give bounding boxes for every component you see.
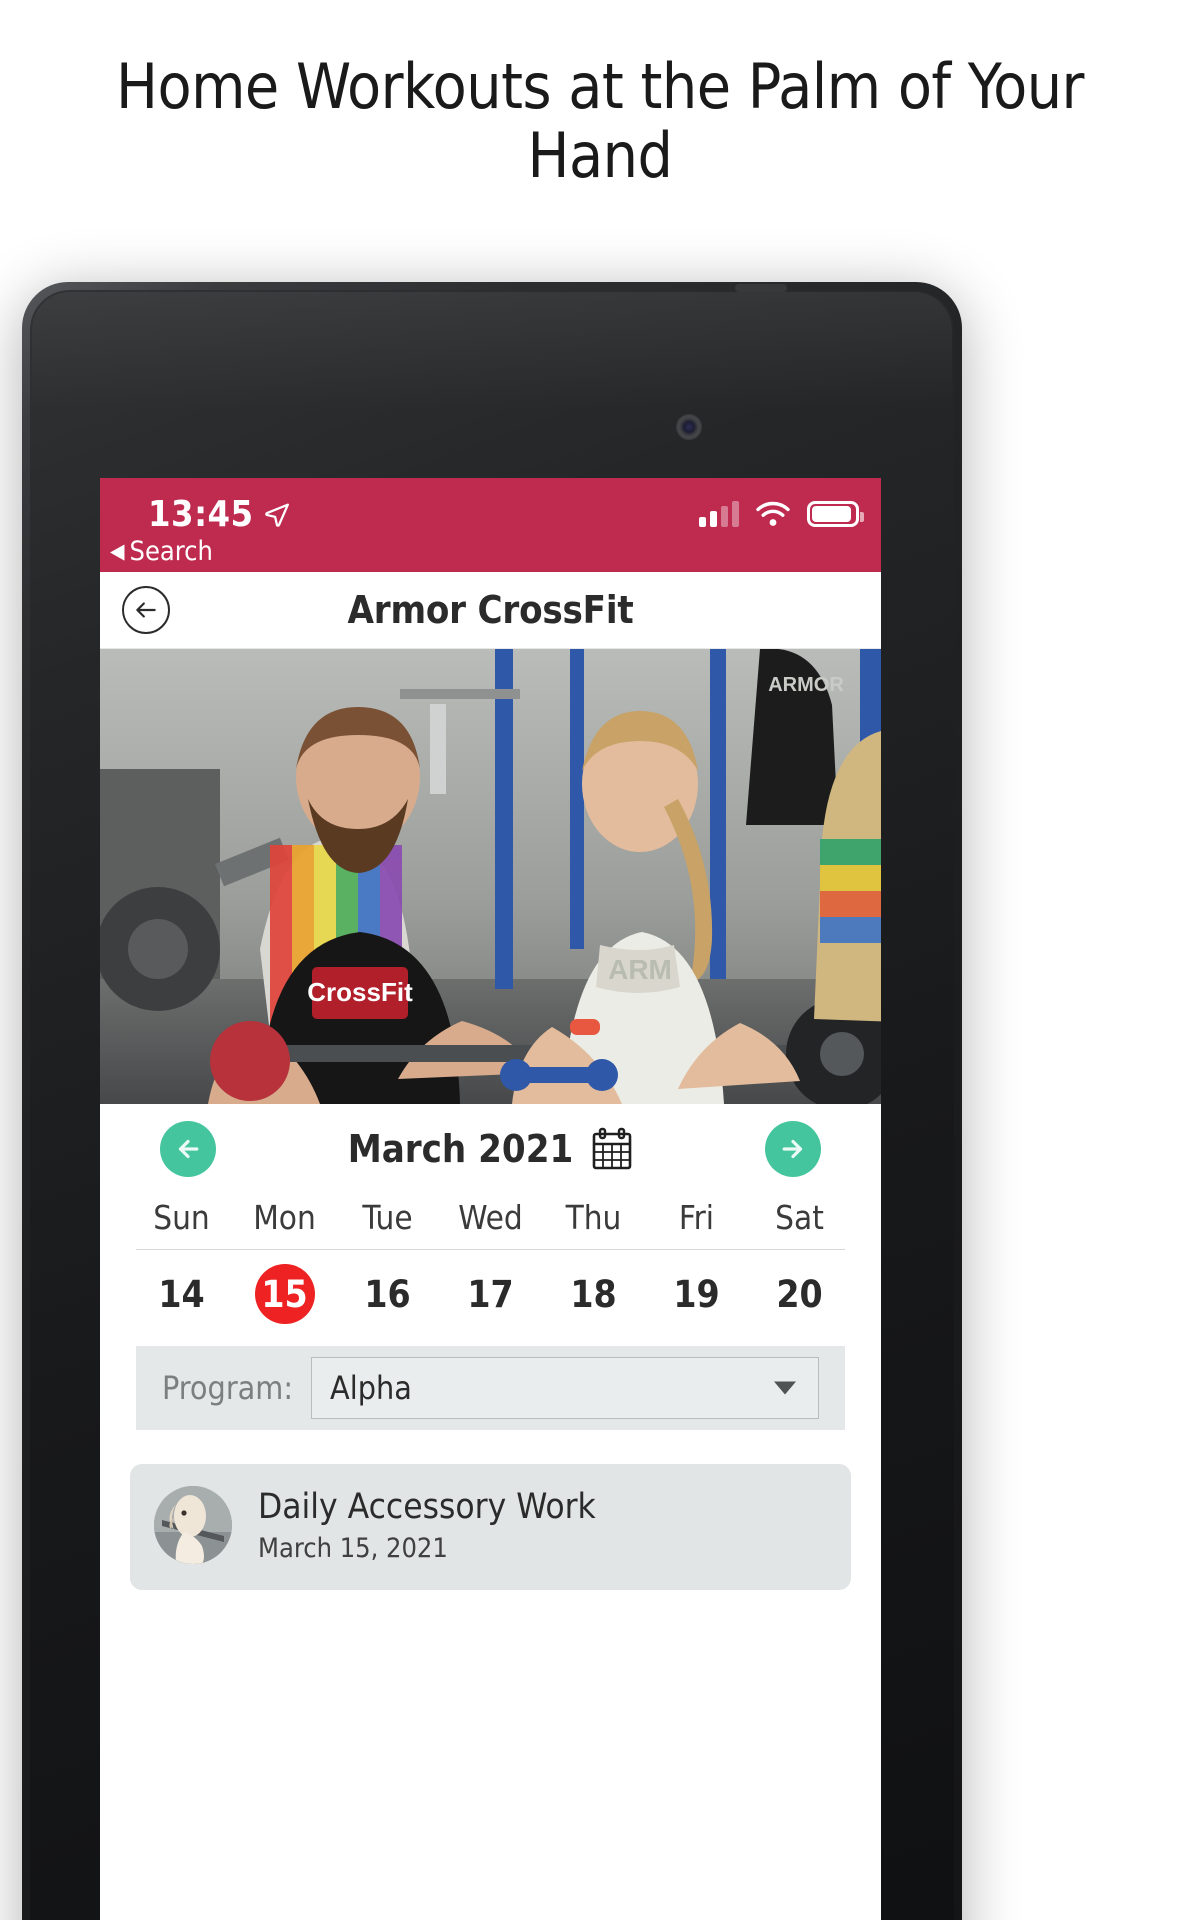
date-label: 19 xyxy=(673,1272,720,1316)
date-label: 17 xyxy=(467,1272,514,1316)
weekday-label: Mon xyxy=(253,1198,316,1237)
page-title: Armor CrossFit xyxy=(347,588,634,632)
date-cell[interactable]: 16 xyxy=(336,1264,439,1324)
workout-list: Daily Accessory Work March 15, 2021 xyxy=(100,1430,881,1590)
program-label: Program: xyxy=(162,1369,294,1407)
front-camera-icon xyxy=(676,414,702,440)
workout-list-item[interactable]: Daily Accessory Work March 15, 2021 xyxy=(130,1464,851,1590)
svg-text:ARM: ARM xyxy=(608,954,672,985)
workout-thumbnail xyxy=(154,1486,232,1564)
date-cell[interactable]: 17 xyxy=(439,1264,542,1324)
date-label: 15 xyxy=(254,1264,315,1324)
calendar-month-header: March 2021 xyxy=(100,1104,881,1194)
arrow-left-icon xyxy=(136,602,156,618)
program-selector-bar: Program: Alpha xyxy=(136,1346,845,1430)
svg-text:CrossFit: CrossFit xyxy=(307,977,413,1007)
calendar-weekday-row: Sun Mon Tue Wed Thu Fri Sat xyxy=(100,1198,881,1249)
app-navigation-bar: Armor CrossFit xyxy=(100,572,881,649)
date-cell-selected[interactable]: 15 xyxy=(233,1264,336,1324)
status-indicator-group xyxy=(699,500,864,528)
weekday-label: Sun xyxy=(153,1198,210,1237)
device-speaker xyxy=(735,284,787,292)
calendar-icon[interactable] xyxy=(591,1127,633,1171)
dog-thumbnail-icon xyxy=(154,1486,232,1564)
weekday-label: Fri xyxy=(678,1198,715,1237)
status-back-label: Search xyxy=(129,536,213,567)
weekday-label: Thu xyxy=(565,1198,622,1237)
program-dropdown[interactable]: Alpha xyxy=(311,1357,819,1419)
back-button[interactable] xyxy=(122,586,170,634)
workout-text-group: Daily Accessory Work March 15, 2021 xyxy=(258,1487,596,1564)
calendar-date-row: 14 15 16 17 18 19 20 xyxy=(100,1264,881,1324)
weekday-label: Tue xyxy=(362,1198,413,1237)
device-screen: 13:45 ◀ Search Armor CrossFit CrossFit A… xyxy=(100,478,881,1920)
weekday-label: Wed xyxy=(458,1198,523,1237)
hero-illustration: CrossFit ARM ARMOR xyxy=(100,649,881,1104)
month-year-label: March 2021 xyxy=(347,1127,574,1171)
svg-text:ARMOR: ARMOR xyxy=(768,674,844,696)
date-cell[interactable]: 20 xyxy=(748,1264,851,1324)
screenshot-page: Home Workouts at the Palm of Your Hand 1… xyxy=(0,0,1200,1920)
date-label: 14 xyxy=(158,1272,205,1316)
gym-hero-image: CrossFit ARM ARMOR xyxy=(100,649,881,1104)
arrow-left-icon xyxy=(178,1139,199,1159)
battery-icon xyxy=(807,501,864,527)
date-cell[interactable]: 18 xyxy=(542,1264,645,1324)
previous-week-button[interactable] xyxy=(160,1121,216,1177)
weekday-divider xyxy=(136,1249,845,1250)
status-back-to-search[interactable]: ◀ Search xyxy=(110,536,213,567)
status-bar: 13:45 ◀ Search xyxy=(100,478,881,572)
workout-date: March 15, 2021 xyxy=(258,1532,448,1564)
page-headline: Home Workouts at the Palm of Your Hand xyxy=(116,50,1084,193)
workout-title: Daily Accessory Work xyxy=(258,1486,596,1527)
date-label: 18 xyxy=(570,1272,617,1316)
back-caret-icon: ◀ xyxy=(110,539,125,563)
date-label: 16 xyxy=(364,1272,411,1316)
date-label: 20 xyxy=(776,1272,823,1316)
next-week-button[interactable] xyxy=(765,1121,821,1177)
cellular-signal-icon xyxy=(699,501,739,527)
date-cell[interactable]: 19 xyxy=(645,1264,748,1324)
weekday-label: Sat xyxy=(775,1198,824,1237)
date-cell[interactable]: 14 xyxy=(130,1264,233,1324)
chevron-down-icon xyxy=(774,1381,796,1395)
wifi-icon xyxy=(756,501,790,526)
status-time-group: 13:45 xyxy=(148,494,290,535)
status-time: 13:45 xyxy=(148,494,254,535)
program-selected-value: Alpha xyxy=(330,1369,412,1407)
arrow-right-icon xyxy=(782,1139,803,1159)
location-arrow-icon xyxy=(264,503,289,527)
